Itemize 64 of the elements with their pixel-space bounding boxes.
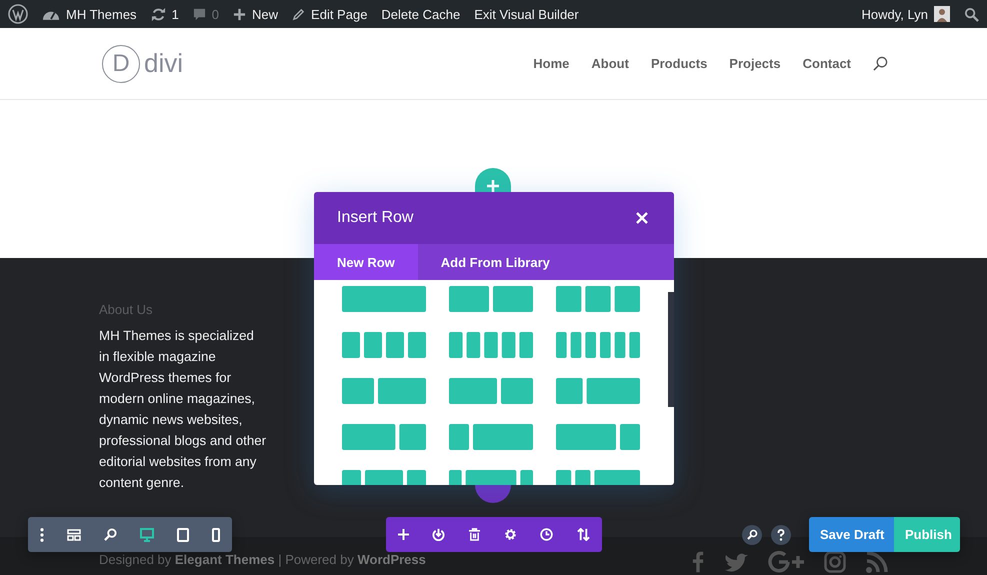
sort-icon[interactable]: [577, 528, 590, 541]
facebook-icon[interactable]: [692, 551, 704, 573]
column-layout-icon[interactable]: [556, 378, 640, 404]
settings-icon[interactable]: [504, 528, 517, 541]
add-section-icon[interactable]: [475, 168, 511, 192]
more-icon[interactable]: [40, 528, 44, 542]
column-layout-icon[interactable]: [342, 378, 426, 404]
column-layout-icon[interactable]: [556, 424, 640, 450]
comments-menu[interactable]: 0: [192, 6, 220, 22]
exit-builder-link[interactable]: Exit Visual Builder: [474, 6, 579, 22]
nav-link[interactable]: Contact: [802, 56, 851, 71]
updates-menu[interactable]: 1: [150, 6, 179, 22]
phone-icon[interactable]: [212, 528, 220, 542]
power-icon[interactable]: [432, 528, 446, 541]
instagram-icon[interactable]: [824, 551, 846, 573]
refresh-icon: [150, 6, 166, 22]
layout-icon[interactable]: [66, 528, 81, 540]
logo-mark[interactable]: D: [102, 44, 140, 82]
logo-text[interactable]: divi: [144, 48, 184, 79]
footer-credits: Designed by Elegant Themes | Powered by WordPress: [99, 552, 426, 567]
new-menu[interactable]: New: [233, 6, 278, 22]
modal-tab[interactable]: New Row: [314, 244, 418, 280]
account-menu[interactable]: Howdy, Lyn: [862, 6, 950, 22]
help-icon[interactable]: [771, 524, 791, 544]
modal-title: Insert Row: [337, 209, 414, 227]
plus-icon: [233, 8, 246, 20]
nav-link[interactable]: Home: [533, 56, 570, 71]
search-icon[interactable]: [964, 6, 979, 22]
zoom-icon[interactable]: [742, 524, 762, 544]
column-layout-icon[interactable]: [449, 332, 533, 358]
twitter-icon[interactable]: [724, 553, 748, 573]
comment-icon: [192, 8, 206, 20]
wordpress-icon[interactable]: [8, 4, 28, 24]
edit-page-link[interactable]: Edit Page: [292, 6, 368, 22]
column-layout-icon[interactable]: [556, 332, 640, 358]
rss-icon[interactable]: [866, 551, 888, 573]
delete-cache-link[interactable]: Delete Cache: [381, 6, 460, 22]
trash-icon[interactable]: [469, 528, 480, 541]
column-layout-icon[interactable]: [556, 286, 640, 312]
column-layout-icon[interactable]: [342, 332, 426, 358]
google-plus-icon[interactable]: [768, 551, 804, 573]
close-icon[interactable]: [636, 212, 648, 224]
pencil-icon: [292, 8, 306, 20]
column-layout-icon[interactable]: [342, 424, 426, 450]
add-row-icon[interactable]: [475, 485, 511, 503]
history-icon[interactable]: [540, 528, 554, 541]
zoom-icon[interactable]: [104, 528, 117, 541]
footer-paragraph: MH Themes is specialized in flexible magazine WordPress themes for modern online magazines, dynamic news websites, professional blogs and other editorial websites from any content genre.: [99, 327, 267, 492]
nav-link[interactable]: Products: [650, 56, 708, 71]
desktop-icon[interactable]: [140, 528, 154, 542]
save-draft-button[interactable]: Save Draft: [809, 517, 894, 552]
tablet-icon[interactable]: [177, 528, 190, 542]
column-layout-icon[interactable]: [449, 378, 533, 404]
avatar-icon: [934, 6, 950, 22]
column-layout-icon[interactable]: [449, 424, 533, 450]
column-layout-icon[interactable]: [449, 286, 533, 312]
plus-icon[interactable]: [398, 529, 409, 540]
modal-tab[interactable]: Add From Library: [418, 244, 573, 280]
nav-link[interactable]: Projects: [729, 56, 781, 71]
search-icon[interactable]: [873, 56, 888, 71]
site-menu[interactable]: MH Themes: [42, 6, 137, 22]
nav-link[interactable]: About: [591, 56, 629, 71]
footer-heading: About Us: [99, 302, 154, 317]
scrollbar[interactable]: [668, 292, 674, 407]
